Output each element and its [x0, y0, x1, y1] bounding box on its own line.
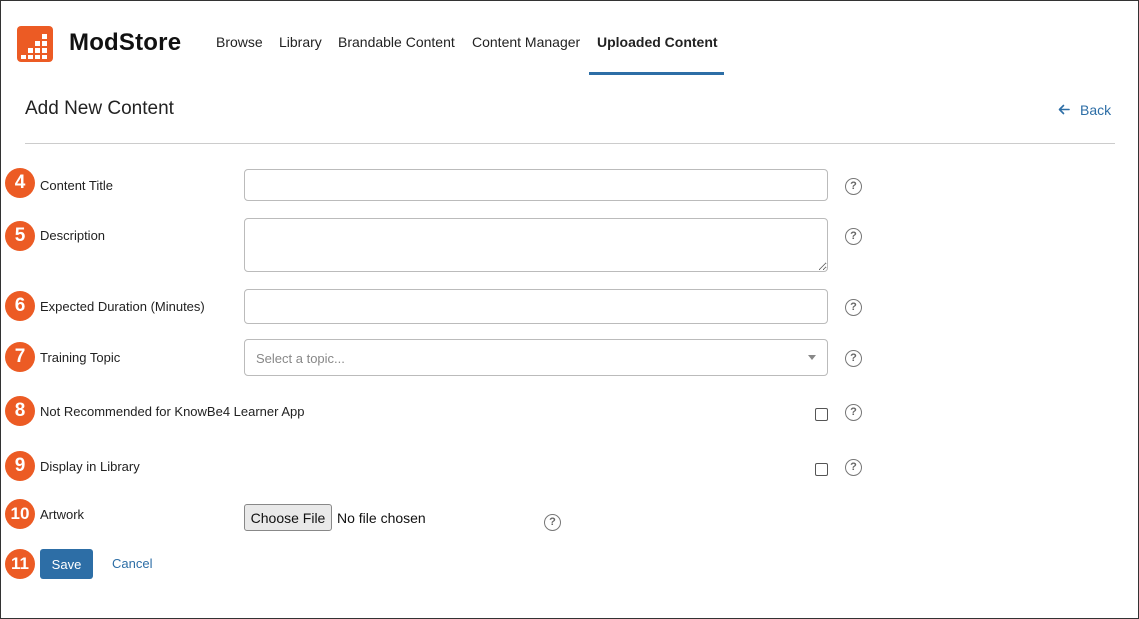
description-label: Description: [40, 228, 106, 243]
nav-browse[interactable]: Browse: [216, 34, 263, 50]
header-divider: [25, 143, 1115, 144]
help-icon[interactable]: ?: [845, 178, 862, 195]
not-recommended-label: Not Recommended for KnowBe4 Learner App: [40, 404, 305, 419]
file-status: No file chosen: [337, 510, 426, 526]
nav-library[interactable]: Library: [279, 34, 322, 50]
nav-content-manager[interactable]: Content Manager: [472, 34, 580, 50]
back-label: Back: [1080, 102, 1112, 118]
display-in-library-label: Display in Library: [40, 459, 140, 474]
chevron-down-icon: [808, 355, 816, 360]
topic-placeholder: Select a topic...: [256, 351, 345, 366]
page-title: Add New Content: [25, 98, 174, 119]
step-badge: 9: [5, 451, 35, 481]
cancel-link[interactable]: Cancel: [112, 556, 152, 571]
duration-label: Expected Duration (Minutes): [40, 299, 205, 314]
help-icon[interactable]: ?: [845, 228, 862, 245]
step-badge: 8: [5, 396, 35, 426]
topic-select[interactable]: Select a topic...: [244, 339, 828, 376]
save-button[interactable]: Save: [40, 549, 93, 579]
nav-uploaded-content[interactable]: Uploaded Content: [597, 34, 718, 50]
arrow-left-icon: [1058, 102, 1070, 118]
back-link[interactable]: Back: [1058, 102, 1111, 118]
description-textarea[interactable]: [244, 218, 828, 272]
display-in-library-checkbox[interactable]: [815, 463, 828, 476]
content-title-label: Content Title: [40, 178, 113, 193]
help-icon[interactable]: ?: [845, 299, 862, 316]
content-title-input[interactable]: [244, 169, 828, 201]
step-badge: 7: [5, 342, 35, 372]
step-badge: 5: [5, 221, 35, 251]
active-tab-indicator: [589, 72, 724, 75]
topic-label: Training Topic: [40, 350, 121, 365]
brand-name[interactable]: ModStore: [69, 29, 181, 57]
duration-input[interactable]: [244, 289, 828, 324]
step-badge: 6: [5, 291, 35, 321]
step-badge: 10: [5, 499, 35, 529]
help-icon[interactable]: ?: [845, 459, 862, 476]
step-badge: 4: [5, 168, 35, 198]
step-badge: 11: [5, 549, 35, 579]
modstore-logo-icon[interactable]: [17, 26, 53, 62]
choose-file-button[interactable]: Choose File: [244, 504, 332, 531]
nav-brandable-content[interactable]: Brandable Content: [338, 34, 455, 50]
help-icon[interactable]: ?: [845, 350, 862, 367]
help-icon[interactable]: ?: [845, 404, 862, 421]
not-recommended-checkbox[interactable]: [815, 408, 828, 421]
artwork-label: Artwork: [40, 507, 85, 522]
help-icon[interactable]: ?: [544, 514, 561, 531]
